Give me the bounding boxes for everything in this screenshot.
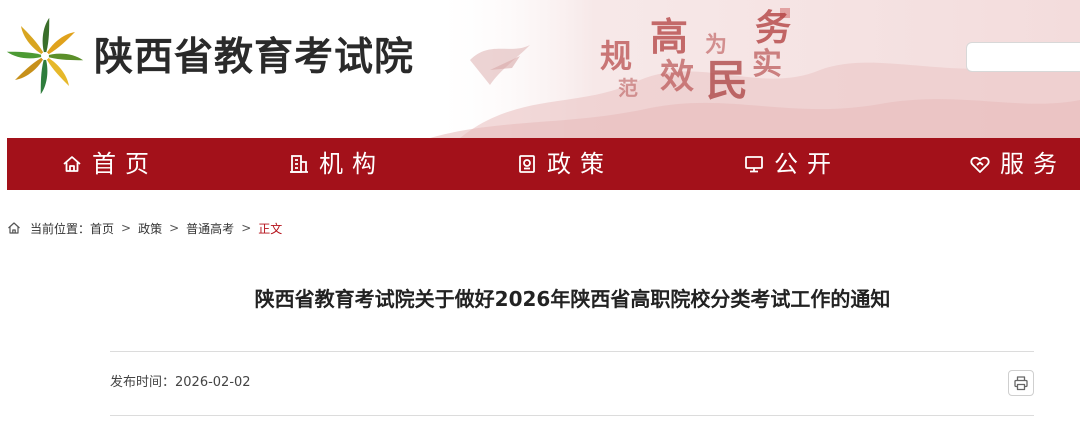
logo-icon: [6, 17, 84, 95]
nav-label: 首页: [92, 150, 158, 178]
publish-date: 2026-02-02: [175, 375, 251, 390]
home-icon: [8, 222, 20, 234]
slogan-char: 范: [618, 76, 638, 100]
divider: [110, 351, 1034, 352]
divider: [110, 415, 1034, 416]
nav-item-disclosure[interactable]: 公开: [743, 138, 840, 190]
slogan-char: 效: [660, 57, 694, 97]
breadcrumb-link-home[interactable]: 首页: [90, 220, 114, 237]
nav-label: 政策: [547, 150, 613, 178]
nav-label: 机构: [319, 150, 385, 178]
site-header: 陕西省教育考试院 规 范 高 效 为 民 务 实: [0, 0, 1080, 138]
slogan-char: 为: [705, 32, 728, 58]
handshake-icon: [970, 156, 990, 173]
slogan-char: 务: [755, 7, 792, 49]
breadcrumb-prefix: 当前位置：: [30, 221, 91, 236]
monitor-icon: [745, 156, 763, 173]
breadcrumb-current: 正文: [258, 221, 283, 236]
breadcrumb-separator: >: [121, 221, 132, 235]
nav-item-home[interactable]: 首页: [61, 138, 158, 190]
slogan-char: 实: [752, 47, 782, 82]
nav-item-service[interactable]: 服务: [969, 138, 1066, 190]
print-button[interactable]: [1008, 370, 1034, 396]
nav-label: 公开: [774, 150, 840, 178]
site-name: 陕西省教育考试院: [94, 34, 415, 80]
page: 陕西省教育考试院 规 范 高 效 为 民 务 实 首页 机构 政策 公开 服务 …: [0, 0, 1080, 439]
publish-label: 发布时间：: [110, 375, 176, 390]
document-icon: [519, 155, 535, 173]
printer-icon: [1014, 376, 1028, 391]
breadcrumb-separator: >: [169, 221, 180, 235]
main-nav: 首页 机构 政策 公开 服务: [7, 138, 1080, 190]
breadcrumb-link-policy[interactable]: 政策: [138, 220, 162, 237]
slogan-char: 民: [706, 56, 749, 105]
home-icon: [63, 156, 81, 172]
breadcrumb-link-gaokao[interactable]: 普通高考: [186, 220, 234, 237]
breadcrumb-separator: >: [241, 221, 252, 235]
article-meta: 发布时间：2026-02-02: [110, 374, 251, 392]
slogan-char: 规: [600, 37, 633, 75]
search-input[interactable]: [966, 42, 1080, 72]
nav-label: 服务: [1000, 150, 1066, 178]
slogan-char: 高: [650, 14, 689, 59]
article-title: 陕西省教育考试院关于做好2026年陕西省高职院校分类考试工作的通知: [254, 287, 891, 311]
nav-item-policy[interactable]: 政策: [516, 138, 613, 190]
breadcrumb: 当前位置： 首页 > 政策 > 普通高考 > 正文: [7, 218, 282, 238]
nav-item-organization[interactable]: 机构: [288, 138, 385, 190]
building-icon: [290, 155, 308, 173]
